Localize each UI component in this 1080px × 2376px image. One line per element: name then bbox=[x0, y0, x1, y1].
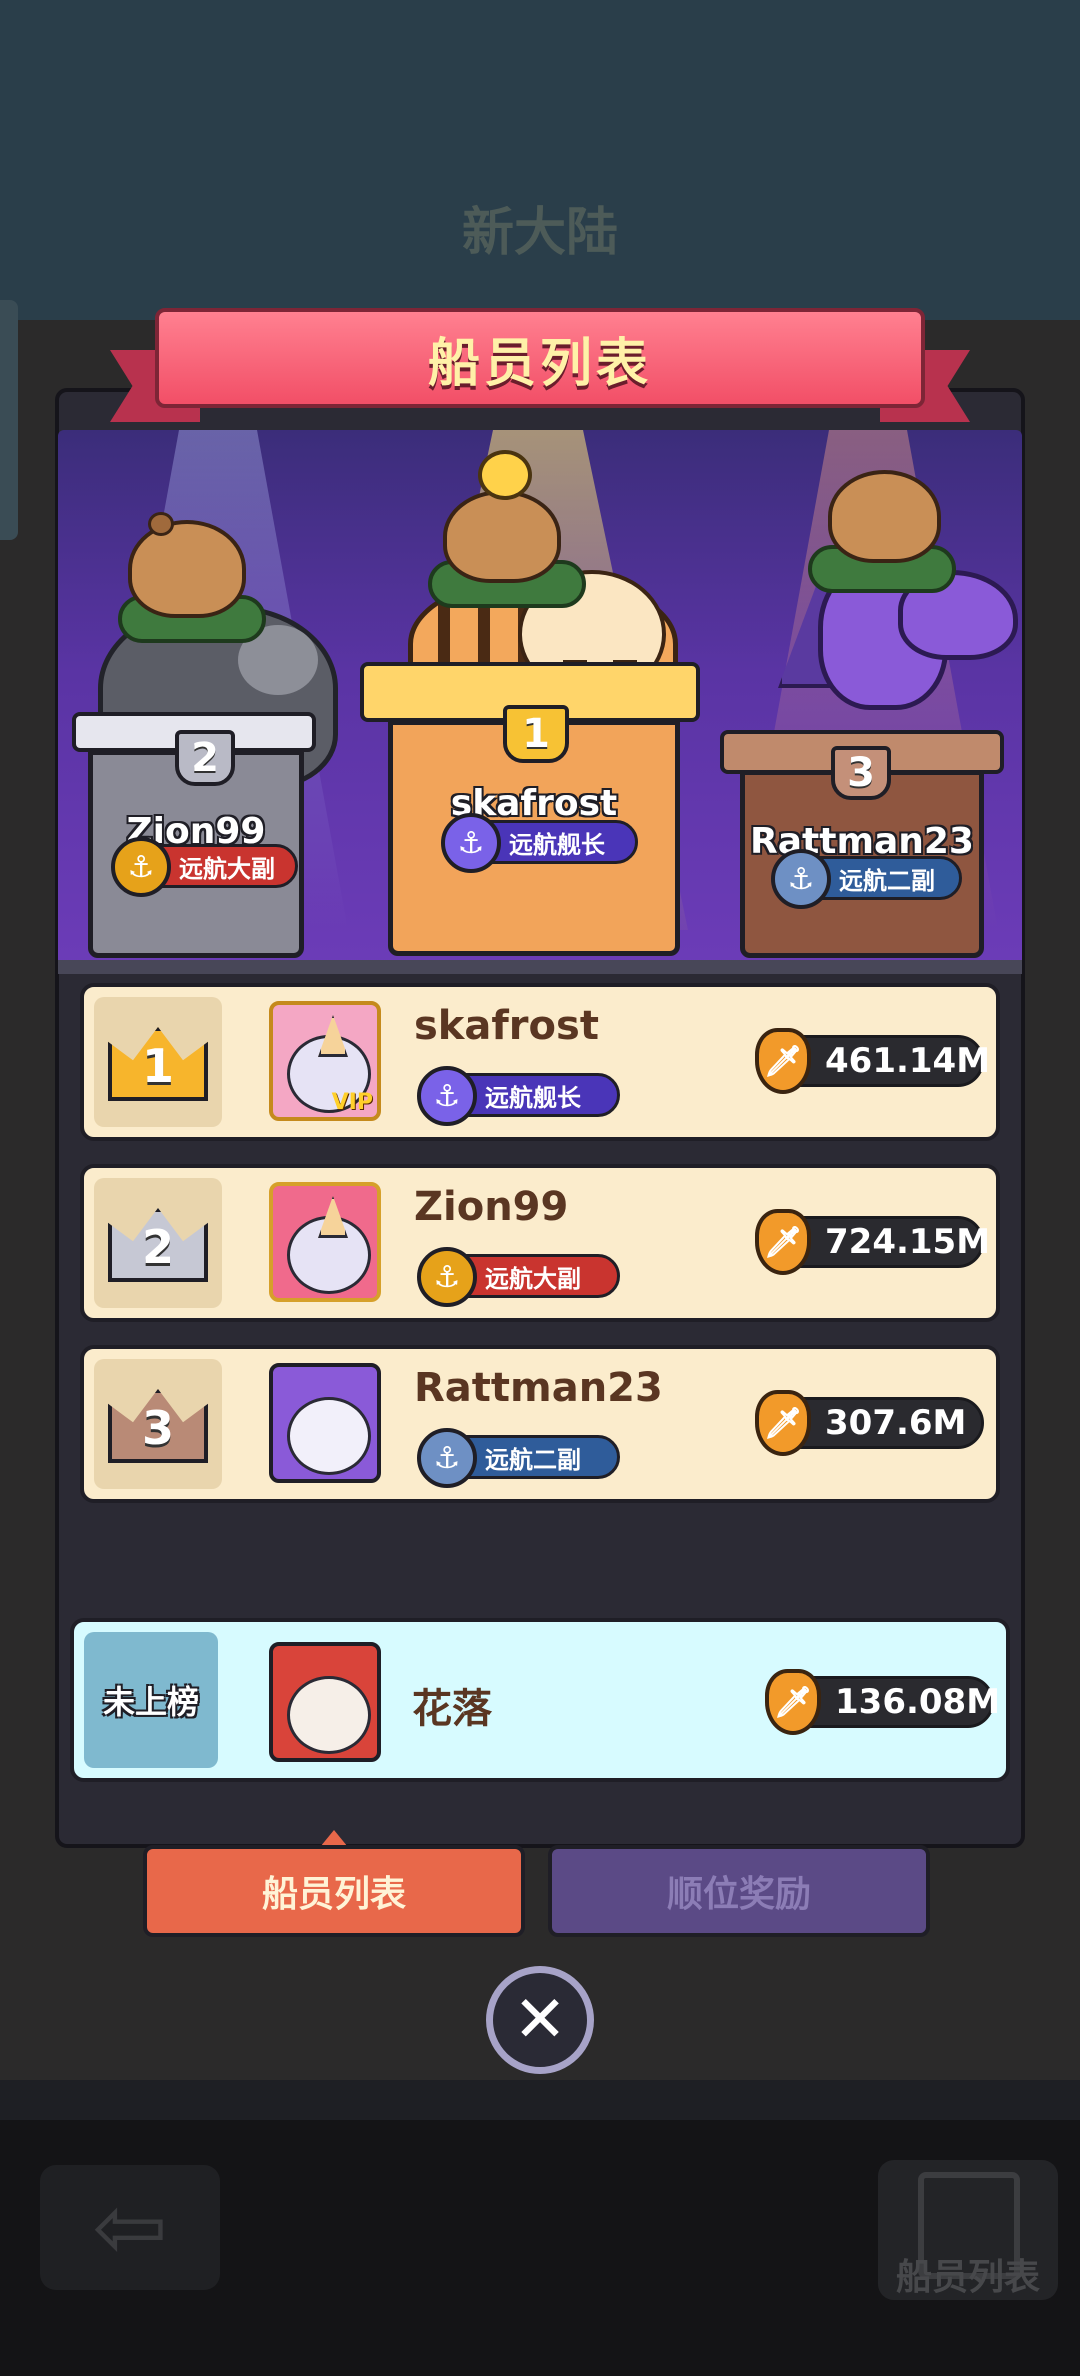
self-rank-cell: 未上榜 bbox=[84, 1632, 218, 1768]
self-avatar[interactable] bbox=[269, 1642, 381, 1762]
anchor-icon: ⚓ bbox=[417, 1428, 477, 1488]
title-label: 远航大副 bbox=[485, 1264, 581, 1293]
rank-badge-third: 3 bbox=[831, 746, 891, 800]
self-name: 花落 bbox=[412, 1686, 492, 1732]
bronze-crown-icon: 3 bbox=[108, 1389, 208, 1463]
rank-badge-second: 2 bbox=[175, 730, 235, 786]
anchor-icon: ⚓ bbox=[417, 1247, 477, 1307]
capybara-rider bbox=[443, 490, 561, 583]
sword-shield-icon: 🗡 bbox=[755, 1390, 811, 1456]
capybara-rider bbox=[828, 470, 941, 563]
avatar-face bbox=[287, 1676, 371, 1754]
close-icon: ✕ bbox=[513, 1983, 567, 2057]
title-label: 远航二副 bbox=[485, 1445, 581, 1474]
power-score: 🗡 724.15M bbox=[755, 1209, 990, 1275]
player-name: Zion99 bbox=[414, 1184, 569, 1230]
anchor-icon: ⚓ bbox=[417, 1066, 477, 1126]
podium-area: Zion99 2 ⚓ 远航大副 skafrost 1 ⚓ 远航舰长 Rattma… bbox=[58, 430, 1022, 970]
anchor-icon: ⚓ bbox=[111, 837, 171, 897]
leaderboard-row[interactable]: 1 VIP skafrost ⚓ 远航舰长 🗡 461.14M bbox=[80, 983, 1000, 1141]
score-value: 136.08M bbox=[835, 1682, 1001, 1722]
power-score: 🗡 461.14M bbox=[755, 1028, 990, 1094]
background-side-tab bbox=[0, 300, 18, 540]
player-name: skafrost bbox=[414, 1003, 599, 1049]
third-place-mount bbox=[738, 450, 1022, 750]
rank-cell: 3 bbox=[94, 1359, 222, 1489]
tiger-stripe bbox=[438, 600, 450, 670]
score-value: 461.14M bbox=[825, 1041, 991, 1081]
podium-title-badge-first: ⚓ 远航舰长 bbox=[441, 813, 638, 873]
power-score: 🗡 307.6M bbox=[755, 1390, 984, 1456]
podium-title-badge-second: ⚓ 远航大副 bbox=[111, 837, 298, 897]
anchor-icon: ⚓ bbox=[771, 849, 831, 909]
player-name: Rattman23 bbox=[414, 1365, 663, 1411]
rank-badge-first: 1 bbox=[503, 705, 569, 763]
background-scene-top bbox=[0, 0, 1080, 320]
podium-title-second: 远航大副 bbox=[179, 854, 275, 883]
leaderboard-row[interactable]: 2 Zion99 ⚓ 远航大副 🗡 724.15M bbox=[80, 1164, 1000, 1322]
sword-shield-icon: 🗡 bbox=[755, 1209, 811, 1275]
background-title: 新大陆 bbox=[461, 203, 618, 263]
podium-title-badge-third: ⚓ 远航二副 bbox=[771, 849, 962, 909]
avatar-face bbox=[287, 1397, 371, 1475]
avatar[interactable] bbox=[269, 1363, 381, 1483]
avatar[interactable] bbox=[269, 1182, 381, 1302]
avatar[interactable]: VIP bbox=[269, 1001, 381, 1121]
silver-crown-icon: 2 bbox=[108, 1208, 208, 1282]
anchor-icon: ⚓ bbox=[441, 813, 501, 873]
score-value: 307.6M bbox=[825, 1403, 967, 1443]
title-ribbon: 船员列表 bbox=[155, 308, 925, 408]
tab-rank-rewards[interactable]: 顺位奖励 bbox=[548, 1845, 930, 1937]
title-badge: ⚓ 远航大副 bbox=[417, 1247, 620, 1307]
self-rank-row[interactable]: 未上榜 花落 🗡 136.08M bbox=[70, 1618, 1010, 1782]
tab-crew-list[interactable]: 船员列表 bbox=[143, 1845, 525, 1937]
chick bbox=[478, 450, 532, 500]
podium-title-third: 远航二副 bbox=[839, 866, 935, 895]
score-value: 724.15M bbox=[825, 1222, 991, 1262]
self-power-score: 🗡 136.08M bbox=[765, 1669, 1000, 1735]
podium-title-first: 远航舰长 bbox=[509, 830, 605, 859]
gold-crown-icon: 1 bbox=[108, 1027, 208, 1101]
title-label: 远航舰长 bbox=[485, 1083, 581, 1112]
unranked-label: 未上榜 bbox=[102, 1683, 199, 1721]
capybara-rider bbox=[128, 520, 246, 618]
back-arrow-icon: ⇦ bbox=[40, 2165, 220, 2290]
sword-shield-icon: 🗡 bbox=[765, 1669, 821, 1735]
close-button[interactable]: ✕ bbox=[486, 1966, 594, 2074]
background-crew-list-button: 船员列表 bbox=[878, 2160, 1058, 2300]
podium-name-first: skafrost bbox=[450, 783, 618, 824]
rank-cell: 1 bbox=[94, 997, 222, 1127]
title-badge: ⚓ 远航舰长 bbox=[417, 1066, 620, 1126]
title-badge: ⚓ 远航二副 bbox=[417, 1428, 620, 1488]
podium-divider bbox=[58, 960, 1022, 974]
leaderboard-row[interactable]: 3 Rattman23 ⚓ 远航二副 🗡 307.6M bbox=[80, 1345, 1000, 1503]
sword-shield-icon: 🗡 bbox=[755, 1028, 811, 1094]
rank-cell: 2 bbox=[94, 1178, 222, 1308]
background-crew-label: 船员列表 bbox=[895, 2257, 1040, 2298]
capybara-ear bbox=[148, 512, 174, 536]
panel-title: 船员列表 bbox=[427, 333, 652, 394]
vip-label: VIP bbox=[331, 1090, 373, 1115]
